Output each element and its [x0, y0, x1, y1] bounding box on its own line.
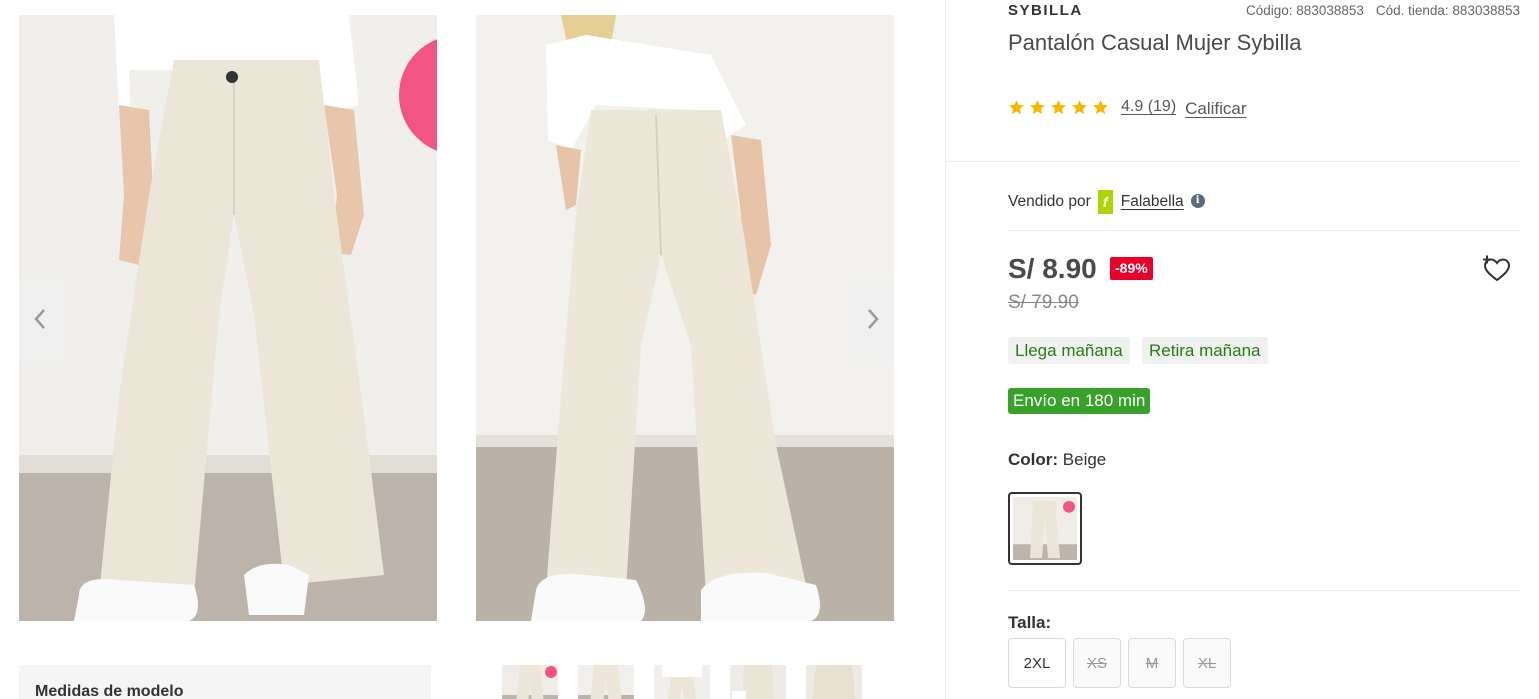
- current-price: S/ 8.90: [1008, 253, 1097, 284]
- original-price: S/ 79.90: [1008, 292, 1079, 313]
- seller-prefix: Vendido por: [1008, 193, 1091, 210]
- thumbnail[interactable]: [730, 665, 786, 699]
- chevron-right-icon: [866, 308, 880, 335]
- size-option-2xl[interactable]: 2XL: [1008, 638, 1066, 688]
- info-icon[interactable]: i: [1190, 193, 1205, 208]
- star-icon: [1029, 99, 1046, 116]
- seller-name-link[interactable]: Falabella: [1121, 193, 1184, 211]
- rate-product-link[interactable]: Calificar: [1185, 99, 1246, 119]
- seller-row: Vendido por f Falabella i: [1008, 190, 1205, 214]
- wishlist-button[interactable]: [1482, 255, 1512, 283]
- size-option-m[interactable]: M: [1128, 638, 1176, 688]
- section-divider: [1008, 590, 1520, 591]
- falabella-logo-icon: f: [1097, 190, 1113, 214]
- brand-name[interactable]: SYBILLA: [1008, 2, 1083, 19]
- rating-row: 4.9 (19) Calificar: [1008, 95, 1247, 119]
- size-options: 2XL XS M XL: [1008, 638, 1231, 688]
- size-option-xs[interactable]: XS: [1073, 638, 1121, 688]
- rating-stars: [1008, 99, 1109, 116]
- product-photo-front[interactable]: [19, 15, 437, 621]
- model-measures-panel[interactable]: Medidas de modelo: [19, 665, 431, 699]
- rating-value-link[interactable]: 4.9 (19): [1121, 98, 1176, 116]
- size-label: Talla:: [1008, 613, 1052, 632]
- column-divider: [945, 0, 946, 699]
- star-icon: [1008, 99, 1025, 116]
- star-icon: [1071, 99, 1088, 116]
- product-code: Código: 883038853: [1246, 3, 1364, 18]
- product-codes: Código: 883038853 Cód. tienda: 883038853: [1246, 3, 1520, 18]
- thumbnail[interactable]: [502, 665, 558, 699]
- product-title: Pantalón Casual Mujer Sybilla: [1008, 30, 1302, 55]
- express-delivery-badge: Envío en 180 min: [1008, 388, 1151, 414]
- star-icon: [1050, 99, 1067, 116]
- thumbnail-strip: [502, 665, 862, 699]
- gallery-prev-button[interactable]: [19, 281, 61, 361]
- thumbnail[interactable]: [654, 665, 710, 699]
- color-label: Color: Beige: [1008, 450, 1106, 470]
- store-code: Cód. tienda: 883038853: [1375, 3, 1520, 18]
- delivery-tag: Llega mañana: [1008, 337, 1130, 364]
- size-option-xl[interactable]: XL: [1183, 638, 1231, 688]
- discount-badge: -89%: [1110, 257, 1153, 280]
- color-swatch-beige[interactable]: [1008, 492, 1082, 565]
- section-divider: [945, 161, 1520, 162]
- color-value: Beige: [1062, 450, 1107, 469]
- product-photo-back[interactable]: [476, 15, 894, 621]
- product-info-panel: SYBILLA Código: 883038853 Cód. tienda: 88…: [945, 0, 1520, 699]
- gallery-next-button[interactable]: [852, 281, 894, 361]
- thumbnail[interactable]: [806, 665, 862, 699]
- pickup-tag: Retira mañana: [1142, 337, 1268, 364]
- section-divider: [1008, 230, 1520, 231]
- thumbnail[interactable]: [578, 665, 634, 699]
- model-measures-label: Medidas de modelo: [35, 683, 184, 699]
- star-icon: [1092, 99, 1109, 116]
- color-label-title: Color:: [1008, 450, 1059, 469]
- heart-plus-icon: [1482, 255, 1512, 287]
- chevron-left-icon: [33, 308, 47, 335]
